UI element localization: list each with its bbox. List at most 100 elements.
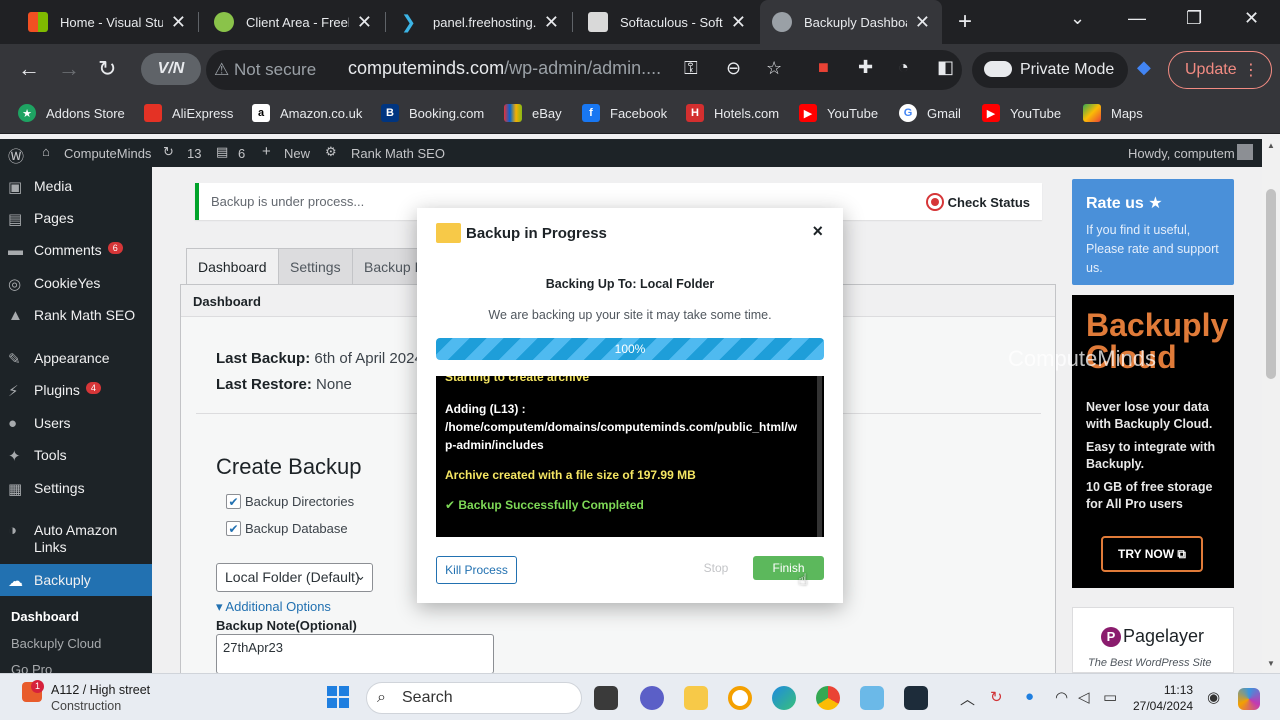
maximize-icon[interactable]: ❐ — [1186, 8, 1202, 29]
sidebar-item-rank-math[interactable]: ▲ Rank Math SEO — [0, 307, 152, 325]
zoom-icon[interactable]: ⊖ — [726, 58, 741, 79]
back-icon[interactable]: ← — [18, 56, 40, 82]
updates-count[interactable]: 13 — [187, 146, 201, 161]
avatar[interactable] — [1237, 144, 1253, 160]
bookmark-ebay[interactable]: eBay — [504, 104, 562, 122]
comments-count[interactable]: 6 — [238, 146, 245, 161]
scroll-up-icon[interactable]: ▲ — [1267, 141, 1275, 150]
bookmark-youtube[interactable]: ▶ YouTube — [799, 104, 878, 122]
log-scrollbar[interactable] — [817, 376, 822, 537]
close-icon[interactable]: × — [812, 221, 823, 242]
close-icon[interactable]: ✕ — [171, 12, 186, 33]
scroll-down-icon[interactable]: ▼ — [1267, 659, 1275, 668]
bookmark-amazon[interactable]: a Amazon.co.uk — [252, 104, 362, 122]
bookmark-maps[interactable]: Maps — [1083, 104, 1143, 122]
key-icon[interactable]: ⚿ — [684, 58, 698, 79]
bookmark-youtube-2[interactable]: ▶ YouTube — [982, 104, 1061, 122]
tab-backuply-dashboard[interactable]: Backuply Dashboa ✕ — [760, 0, 942, 44]
sidebar-item-tools[interactable]: ✦ Tools — [0, 447, 152, 465]
reload-icon[interactable]: ↻ — [98, 56, 116, 82]
bookmark-gmail[interactable]: G Gmail — [899, 104, 961, 122]
edge-icon[interactable] — [772, 686, 796, 710]
sidebar-item-users[interactable]: ● Users — [0, 415, 152, 433]
backup-database-checkbox[interactable]: ✔ Backup Database — [226, 521, 348, 536]
additional-options-link[interactable]: ▾ Additional Options — [216, 599, 331, 615]
opera-icon[interactable] — [728, 686, 752, 710]
bookmark-addons-store[interactable]: ★ Addons Store — [18, 104, 125, 122]
finish-button[interactable]: Finish — [753, 556, 824, 580]
sidebar-item-backuply[interactable]: ☁ Backuply — [0, 564, 152, 596]
notepad-icon[interactable] — [860, 686, 884, 710]
sidebar-icon[interactable]: ◧ — [937, 57, 954, 78]
window-close-icon[interactable]: ✕ — [1244, 8, 1259, 29]
tray-overflow-icon[interactable]: ︿ — [960, 688, 975, 709]
tab-home[interactable]: Home - Visual Stu ✕ — [16, 0, 198, 44]
sidebar-sub-backuply-cloud[interactable]: Backuply Cloud — [11, 636, 101, 651]
terminal-icon[interactable] — [904, 686, 928, 710]
scrollbar-thumb[interactable] — [1266, 189, 1276, 379]
sidebar-item-settings[interactable]: ▦ Settings — [0, 480, 152, 498]
teams-icon[interactable] — [640, 686, 664, 710]
close-icon[interactable]: ✕ — [915, 12, 930, 33]
tab-settings[interactable]: Settings — [278, 248, 353, 284]
url-text[interactable]: computeminds.com/wp-admin/admin.... — [348, 58, 661, 79]
menu-icon[interactable]: ⋮ — [1243, 60, 1259, 80]
chrome-icon[interactable] — [816, 686, 840, 710]
close-icon[interactable]: ✕ — [731, 12, 746, 33]
microphone-icon[interactable]: ● — [1025, 688, 1034, 705]
bookmark-facebook[interactable]: f Facebook — [582, 104, 667, 122]
close-icon[interactable]: ✕ — [544, 12, 559, 33]
page-scrollbar[interactable]: ▲ ▼ — [1262, 139, 1280, 673]
vpn-button[interactable]: V/N — [141, 53, 201, 85]
site-name-link[interactable]: ComputeMinds — [64, 146, 151, 161]
sidebar-item-appearance[interactable]: ✎ Appearance — [0, 350, 152, 368]
volume-icon[interactable]: ◁ — [1078, 688, 1090, 706]
backup-directories-checkbox[interactable]: ✔ Backup Directories — [226, 494, 354, 509]
bookmark-star-icon[interactable]: ☆ — [766, 58, 782, 79]
update-button[interactable]: Update ⋮ — [1168, 51, 1272, 89]
start-icon[interactable] — [327, 686, 349, 708]
new-content-link[interactable]: New — [284, 146, 310, 161]
tab-dashboard[interactable]: Dashboard — [186, 248, 279, 284]
tab-client-area[interactable]: Client Area - Freeh ✕ — [202, 0, 384, 44]
howdy-user[interactable]: Howdy, computem — [1128, 146, 1235, 161]
extension-red-icon[interactable]: ■ — [818, 57, 829, 78]
task-view-icon[interactable] — [594, 686, 618, 710]
try-now-button[interactable]: TRY NOW ⧉ — [1101, 536, 1203, 572]
notification-bell-icon[interactable]: ◉ — [1207, 688, 1220, 706]
forward-icon[interactable]: → — [58, 56, 80, 82]
stop-button[interactable]: Stop — [686, 556, 746, 580]
sidebar-sub-dashboard[interactable]: Dashboard — [11, 609, 79, 624]
wordpress-logo-icon[interactable]: Ⓦ — [8, 143, 24, 167]
tab-search-icon[interactable]: ⌄ — [1070, 8, 1085, 29]
traffic-widget[interactable]: A112 / High street Construction — [51, 682, 150, 714]
bookmark-hotels[interactable]: H Hotels.com — [686, 104, 779, 122]
taskbar-search[interactable]: ⌕ Search — [366, 682, 582, 714]
check-status-button[interactable]: Check Status — [925, 193, 1030, 211]
rate-us-card[interactable]: Rate us ★ If you find it useful, Please … — [1072, 179, 1234, 285]
minimize-icon[interactable]: — — [1128, 8, 1146, 29]
sidebar-item-media[interactable]: ▣ Media — [0, 178, 152, 196]
security-indicator[interactable]: ⚠ Not secure — [214, 60, 316, 80]
tab-softaculous[interactable]: Softaculous - Soft ✕ — [576, 0, 758, 44]
clock[interactable]: 11:13 27/04/2024 — [1133, 682, 1193, 714]
wifi-icon[interactable]: ◠ — [1055, 688, 1068, 706]
close-icon[interactable]: ✕ — [357, 12, 372, 33]
bookmark-aliexpress[interactable]: AliExpress — [144, 104, 233, 122]
sidebar-item-auto-amazon-links[interactable]: ◑ Auto Amazon Links — [0, 522, 152, 556]
battery-icon[interactable]: ▭ — [1103, 688, 1117, 706]
copilot-icon[interactable] — [1238, 688, 1260, 710]
sidebar-item-plugins[interactable]: ⚡ Plugins 4 — [0, 382, 152, 400]
sidebar-item-pages[interactable]: ▤ Pages — [0, 210, 152, 228]
puzzle-icon[interactable]: ✚ — [858, 57, 873, 78]
bookmark-booking[interactable]: B Booking.com — [381, 104, 484, 122]
backup-note-field[interactable]: 27thApr23 — [216, 634, 494, 674]
file-explorer-icon[interactable] — [684, 686, 708, 710]
shield-icon[interactable]: ◆ — [1137, 57, 1151, 78]
tab-panel-freehosting[interactable]: ❯ panel.freehosting. ✕ — [389, 0, 571, 44]
private-mode-badge[interactable]: Private Mode — [972, 52, 1128, 88]
backup-log[interactable]: Starting to create archive Adding (L13) … — [436, 376, 824, 537]
rank-math-link[interactable]: Rank Math SEO — [351, 146, 445, 161]
pagelayer-card[interactable]: P Pagelayer The Best WordPress Site — [1072, 607, 1234, 673]
sidebar-item-cookieyes[interactable]: ◎ CookieYes — [0, 275, 152, 293]
